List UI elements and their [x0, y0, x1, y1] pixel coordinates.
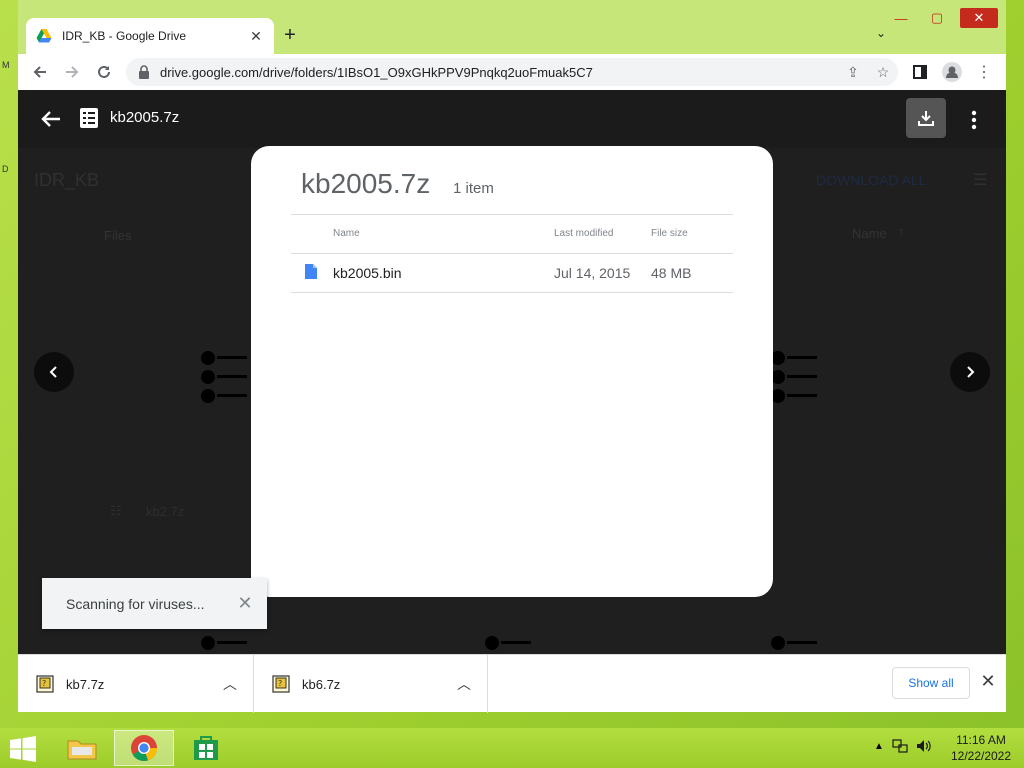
address-bar[interactable]: drive.google.com/drive/folders/1IBsO1_O9… [126, 58, 898, 86]
background-file-name: kb2.7z [146, 504, 185, 519]
back-arrow-icon[interactable] [24, 56, 56, 88]
side-panel-icon[interactable] [904, 56, 936, 88]
chrome-taskbar-button[interactable] [114, 730, 174, 766]
toast-close-icon[interactable]: ✕ [223, 593, 267, 614]
archive-file-icon [80, 108, 98, 128]
file-modified: Jul 14, 2015 [554, 265, 631, 281]
background-download-all: DOWNLOAD ALL [816, 172, 927, 188]
virus-scan-toast: Scanning for viruses... ✕ [42, 578, 267, 629]
new-tab-button[interactable]: + [278, 24, 302, 48]
google-drive-icon [36, 29, 52, 43]
tab-title: IDR_KB - Google Drive [62, 29, 187, 43]
archive-icon: ? [36, 675, 54, 693]
table-row[interactable]: kb2005.bin Jul 14, 2015 48 MB [291, 254, 733, 292]
network-icon[interactable] [892, 738, 908, 754]
desktop-edge-label: D [2, 164, 9, 174]
chevron-left-icon [49, 366, 57, 378]
clock-time: 11:16 AM [956, 733, 1006, 747]
window-close-button[interactable]: ✕ [960, 8, 998, 28]
back-arrow-icon[interactable] [38, 106, 64, 132]
archive-preview-card: kb2005.7z 1 item Name Last modified File… [251, 146, 773, 597]
download-button[interactable] [906, 98, 946, 138]
divider [291, 292, 733, 293]
chevron-up-icon[interactable]: ︿ [223, 674, 237, 694]
download-item[interactable]: ? kb6.7z ︿ [254, 655, 488, 713]
divider [291, 214, 733, 215]
download-shelf: ? kb7.7z ︿ ? kb6.7z ︿ Show all ✕ [18, 654, 1006, 713]
share-icon[interactable]: ⇪ [838, 64, 868, 81]
close-shelf-icon[interactable]: ✕ [978, 671, 998, 695]
background-name-header: Name [852, 226, 887, 241]
list-view-icon: ☰ [973, 172, 988, 189]
lock-icon [139, 65, 149, 79]
file-icon [305, 264, 317, 279]
tab-search-chevron-icon[interactable]: ⌄ [876, 26, 886, 40]
folder-icon [67, 740, 97, 760]
chevron-up-icon[interactable]: ︿ [457, 674, 471, 694]
background-bullet-icon [201, 348, 247, 405]
system-clock[interactable]: 11:16 AM 12/22/2022 [944, 732, 1018, 764]
background-bullet-icon [201, 633, 247, 652]
previous-file-button[interactable] [34, 352, 74, 392]
maximize-button[interactable]: ▢ [924, 8, 950, 28]
tab-close-icon[interactable]: ✕ [248, 28, 264, 45]
next-file-button[interactable] [950, 352, 990, 392]
more-options-icon[interactable] [958, 104, 990, 136]
volume-icon[interactable] [916, 738, 932, 754]
forward-arrow-icon[interactable] [56, 56, 88, 88]
item-count: 1 item [453, 180, 494, 197]
taskbar: ▲ 11:16 AM 12/22/2022 [0, 728, 1024, 768]
svg-text:?: ? [278, 679, 282, 688]
store-icon [194, 736, 218, 760]
title-bar: IDR_KB - Google Drive ✕ + ⌄ — ▢ ✕ [18, 0, 1006, 54]
page-viewport: IDR_KB DOWNLOAD ALL ☰ Files Name ↑ ☷ kb2… [18, 90, 1006, 654]
chrome-icon [131, 735, 158, 762]
minimize-button[interactable]: — [888, 8, 914, 28]
browser-toolbar: drive.google.com/drive/folders/1IBsO1_O9… [18, 54, 1006, 90]
system-tray: ▲ [874, 738, 932, 754]
windows-start-icon[interactable] [8, 736, 38, 762]
clock-date: 12/22/2022 [950, 749, 1012, 763]
column-header-size: File size [651, 228, 688, 239]
download-item[interactable]: ? kb7.7z ︿ [18, 655, 254, 713]
file-name: kb2005.bin [333, 265, 402, 281]
show-hidden-icons-icon[interactable]: ▲ [874, 741, 884, 752]
browser-menu-icon[interactable]: ⋮ [968, 56, 1000, 88]
toast-message: Scanning for viruses... [66, 595, 205, 612]
chevron-right-icon [967, 366, 975, 378]
profile-avatar-icon[interactable] [936, 56, 968, 88]
bookmark-star-icon[interactable]: ☆ [868, 64, 898, 81]
background-folder-title: IDR_KB [34, 170, 100, 190]
file-explorer-taskbar-button[interactable] [52, 730, 112, 766]
download-file-name: kb7.7z [66, 676, 105, 692]
viewer-header: kb2005.7z [18, 90, 1006, 148]
show-all-button[interactable]: Show all [892, 667, 970, 699]
store-taskbar-button[interactable] [176, 730, 236, 766]
download-file-name: kb6.7z [302, 676, 341, 692]
archive-icon: ? [272, 675, 290, 693]
reload-icon[interactable] [88, 56, 120, 88]
file-size: 48 MB [651, 265, 692, 281]
viewer-file-title: kb2005.7z [110, 109, 180, 126]
background-bullet-icon [485, 633, 531, 652]
desktop-edge-label: M [2, 60, 10, 70]
background-bullet-icon [771, 633, 817, 652]
column-header-name: Name [333, 228, 360, 239]
svg-text:?: ? [42, 679, 46, 688]
archive-title: kb2005.7z [301, 168, 431, 199]
background-bullet-icon [771, 348, 817, 405]
browser-tab[interactable]: IDR_KB - Google Drive ✕ [26, 18, 274, 54]
background-files-header: Files [104, 228, 132, 243]
background-file-icon: ☷ [110, 503, 122, 518]
column-header-modified: Last modified [554, 228, 614, 239]
sort-up-arrow-icon: ↑ [898, 224, 905, 239]
download-icon [918, 111, 934, 126]
url-text: drive.google.com/drive/folders/1IBsO1_O9… [160, 64, 593, 80]
